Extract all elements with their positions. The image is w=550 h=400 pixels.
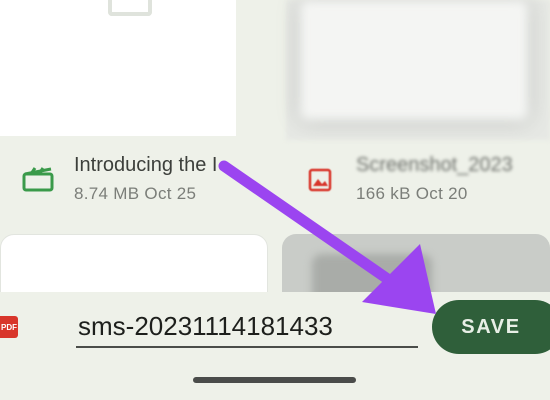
home-indicator[interactable] xyxy=(193,377,356,383)
screenshot-preview xyxy=(300,0,528,120)
placeholder-thumbnail-icon xyxy=(108,0,152,16)
file-meta-video: 8.74 MB Oct 25 xyxy=(74,184,197,203)
save-button[interactable]: SAVE xyxy=(432,300,550,354)
file-thumbnail xyxy=(0,0,236,136)
video-clapper-icon xyxy=(22,166,56,197)
filename-input[interactable] xyxy=(76,308,418,348)
image-icon xyxy=(308,168,332,197)
file-name-screenshot: Screenshot_2023 xyxy=(356,154,513,176)
pdf-file-icon: PDF xyxy=(0,316,18,338)
file-meta-screenshot: 166 kB Oct 20 xyxy=(356,184,468,203)
file-name-video: Introducing the I xyxy=(74,154,218,176)
